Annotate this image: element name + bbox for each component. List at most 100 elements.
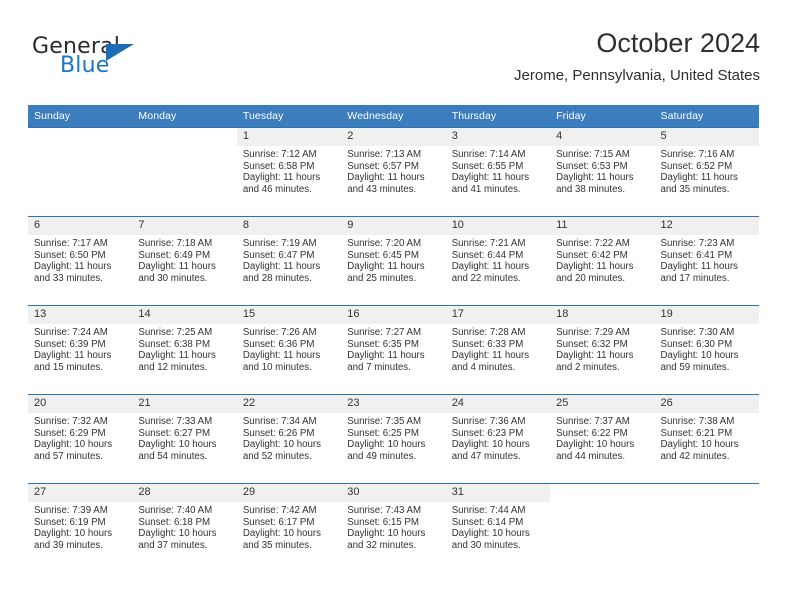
sunset-text: Sunset: 6:53 PM [556, 160, 628, 172]
sunset-text: Sunset: 6:45 PM [347, 249, 419, 261]
sunrise-text: Sunrise: 7:42 AM [242, 505, 317, 516]
calendar-day-cell[interactable]: 1 Sunrise: 7:12 AM Sunset: 6:58 PM Daylight… [236, 127, 342, 217]
calendar-day-cell[interactable]: 9 Sunrise: 7:20 AM Sunset: 6:45 PM Daylight… [341, 216, 446, 306]
daylight-text-line1: Daylight: 11 hours [242, 350, 321, 362]
calendar-day-cell[interactable]: 18 Sunrise: 7:29 AM Sunset: 6:32 PM Dayligh… [550, 305, 655, 395]
sunset-text: Sunset: 6:42 PM [556, 249, 628, 261]
day-number [550, 484, 655, 502]
day-details: Sunrise: 7:16 AM Sunset: 6:52 PM Daylight:… [655, 146, 759, 195]
day-number: 7 [132, 217, 237, 235]
daylight-text-line2: and 4 minutes. [451, 361, 516, 373]
sunrise-text: Sunrise: 7:26 AM [242, 327, 317, 338]
day-details: Sunrise: 7:24 AM Sunset: 6:39 PM Daylight:… [28, 324, 132, 373]
calendar-day-cell[interactable]: 28 Sunrise: 7:40 AM Sunset: 6:18 PM Dayligh… [132, 483, 237, 572]
daylight-text-line1: Daylight: 10 hours [242, 439, 321, 451]
daylight-text-line2: and 15 minutes. [34, 361, 103, 373]
day-details: Sunrise: 7:27 AM Sunset: 6:35 PM Daylight:… [341, 324, 445, 373]
sunrise-text: Sunrise: 7:18 AM [138, 238, 213, 249]
calendar-day-cell[interactable]: 30 Sunrise: 7:43 AM Sunset: 6:15 PM Dayligh… [341, 483, 446, 572]
calendar-header-row: Sunday Monday Tuesday Wednesday Thursday… [28, 105, 759, 128]
daylight-text-line2: and 42 minutes. [660, 450, 730, 462]
daylight-text-line1: Daylight: 10 hours [451, 528, 530, 540]
sunrise-text: Sunrise: 7:24 AM [34, 327, 108, 338]
calendar-day-cell[interactable]: 17 Sunrise: 7:28 AM Sunset: 6:33 PM Dayligh… [445, 305, 551, 395]
calendar-day-cell[interactable]: 5 Sunrise: 7:16 AM Sunset: 6:52 PM Daylight… [654, 127, 759, 217]
day-number: 13 [28, 306, 133, 324]
daylight-text-line1: Daylight: 10 hours [660, 350, 739, 362]
daylight-text-line2: and 22 minutes. [451, 272, 521, 284]
day-details: Sunrise: 7:23 AM Sunset: 6:41 PM Daylight:… [655, 235, 759, 284]
calendar-day-cell[interactable]: 2 Sunrise: 7:13 AM Sunset: 6:57 PM Daylight… [341, 127, 446, 217]
day-details: Sunrise: 7:44 AM Sunset: 6:14 PM Daylight:… [446, 502, 550, 551]
daylight-text-line1: Daylight: 10 hours [34, 528, 113, 540]
day-number: 11 [550, 217, 655, 235]
weekday-header-monday: Monday [132, 105, 237, 128]
day-number: 23 [341, 395, 446, 413]
sunrise-text: Sunrise: 7:32 AM [34, 416, 108, 427]
daylight-text-line2: and 25 minutes. [347, 272, 417, 284]
calendar-day-cell[interactable]: 16 Sunrise: 7:27 AM Sunset: 6:35 PM Dayligh… [341, 305, 446, 395]
calendar-day-cell[interactable]: 22 Sunrise: 7:34 AM Sunset: 6:26 PM Dayligh… [236, 394, 342, 484]
daylight-text-line2: and 32 minutes. [347, 539, 417, 551]
calendar-day-cell[interactable]: 11 Sunrise: 7:22 AM Sunset: 6:42 PM Dayligh… [550, 216, 655, 306]
sunset-text: Sunset: 6:29 PM [34, 427, 106, 439]
calendar-day-cell[interactable]: 24 Sunrise: 7:36 AM Sunset: 6:23 PM Dayligh… [445, 394, 551, 484]
day-number: 31 [445, 484, 551, 502]
calendar-day-cell[interactable]: 13 Sunrise: 7:24 AM Sunset: 6:39 PM Dayligh… [28, 305, 133, 395]
title-block: October 2024 Jerome, Pennsylvania, Unite… [514, 26, 760, 85]
calendar-day-cell[interactable]: 6 Sunrise: 7:17 AM Sunset: 6:50 PM Daylight… [28, 216, 133, 306]
daylight-text-line1: Daylight: 10 hours [34, 439, 113, 451]
day-details: Sunrise: 7:32 AM Sunset: 6:29 PM Daylight:… [28, 413, 132, 462]
calendar-day-cell[interactable]: 14 Sunrise: 7:25 AM Sunset: 6:38 PM Dayligh… [132, 305, 237, 395]
daylight-text-line1: Daylight: 11 hours [556, 261, 634, 273]
daylight-text-line1: Daylight: 11 hours [34, 261, 112, 273]
day-number: 9 [341, 217, 446, 235]
day-details: Sunrise: 7:21 AM Sunset: 6:44 PM Daylight:… [446, 235, 550, 284]
calendar-day-cell[interactable]: 29 Sunrise: 7:42 AM Sunset: 6:17 PM Dayligh… [236, 483, 342, 572]
calendar-day-cell[interactable]: 3 Sunrise: 7:14 AM Sunset: 6:55 PM Daylight… [445, 127, 551, 217]
sunrise-text: Sunrise: 7:36 AM [451, 416, 526, 427]
day-details: Sunrise: 7:28 AM Sunset: 6:33 PM Daylight:… [446, 324, 550, 373]
daylight-text-line1: Daylight: 11 hours [347, 350, 425, 362]
daylight-text-line1: Daylight: 10 hours [556, 439, 635, 451]
calendar-day-cell[interactable]: 26 Sunrise: 7:38 AM Sunset: 6:21 PM Dayligh… [654, 394, 759, 484]
day-details: Sunrise: 7:12 AM Sunset: 6:58 PM Daylight:… [237, 146, 341, 195]
day-number: 22 [236, 395, 342, 413]
calendar-day-cell[interactable]: 23 Sunrise: 7:35 AM Sunset: 6:25 PM Dayligh… [341, 394, 446, 484]
calendar-day-cell-empty [132, 127, 237, 217]
daylight-text-line2: and 39 minutes. [34, 539, 103, 551]
weekday-header-wednesday: Wednesday [341, 105, 446, 128]
day-details: Sunrise: 7:13 AM Sunset: 6:57 PM Daylight:… [341, 146, 445, 195]
calendar-day-cell[interactable]: 31 Sunrise: 7:44 AM Sunset: 6:14 PM Dayligh… [445, 483, 551, 572]
sunrise-text: Sunrise: 7:20 AM [347, 238, 422, 249]
day-details: Sunrise: 7:34 AM Sunset: 6:26 PM Daylight:… [237, 413, 341, 462]
calendar-day-cell[interactable]: 8 Sunrise: 7:19 AM Sunset: 6:47 PM Daylight… [236, 216, 342, 306]
page-header: General Blue October 2024 Jerome, Pennsy… [28, 26, 760, 96]
calendar-day-cell[interactable]: 25 Sunrise: 7:37 AM Sunset: 6:22 PM Dayligh… [550, 394, 655, 484]
sunrise-text: Sunrise: 7:30 AM [660, 327, 735, 338]
calendar-day-cell[interactable]: 19 Sunrise: 7:30 AM Sunset: 6:30 PM Dayligh… [654, 305, 759, 395]
sunset-text: Sunset: 6:32 PM [556, 338, 628, 350]
daylight-text-line1: Daylight: 11 hours [451, 350, 530, 362]
daylight-text-line2: and 43 minutes. [347, 183, 417, 195]
day-details: Sunrise: 7:35 AM Sunset: 6:25 PM Daylight:… [341, 413, 445, 462]
daylight-text-line1: Daylight: 10 hours [138, 528, 217, 540]
triangle-logo-icon [106, 44, 134, 61]
calendar-day-cell[interactable]: 7 Sunrise: 7:18 AM Sunset: 6:49 PM Daylight… [132, 216, 237, 306]
page-title: October 2024 [596, 28, 760, 58]
sunset-text: Sunset: 6:55 PM [451, 160, 524, 172]
calendar-day-cell[interactable]: 21 Sunrise: 7:33 AM Sunset: 6:27 PM Dayligh… [132, 394, 237, 484]
calendar-day-cell[interactable]: 12 Sunrise: 7:23 AM Sunset: 6:41 PM Dayligh… [654, 216, 759, 306]
calendar-day-cell[interactable]: 4 Sunrise: 7:15 AM Sunset: 6:53 PM Daylight… [550, 127, 655, 217]
sunrise-text: Sunrise: 7:34 AM [242, 416, 317, 427]
daylight-text-line2: and 12 minutes. [138, 361, 208, 373]
calendar-day-cell[interactable]: 20 Sunrise: 7:32 AM Sunset: 6:29 PM Dayligh… [28, 394, 133, 484]
calendar-day-cell[interactable]: 15 Sunrise: 7:26 AM Sunset: 6:36 PM Dayligh… [236, 305, 342, 395]
day-details: Sunrise: 7:20 AM Sunset: 6:45 PM Daylight:… [341, 235, 445, 284]
day-number: 3 [445, 128, 551, 146]
brand-logo[interactable]: General Blue [32, 34, 152, 86]
calendar-day-cell[interactable]: 10 Sunrise: 7:21 AM Sunset: 6:44 PM Dayligh… [445, 216, 551, 306]
sunset-text: Sunset: 6:21 PM [660, 427, 733, 439]
sunrise-text: Sunrise: 7:35 AM [347, 416, 422, 427]
calendar-day-cell[interactable]: 27 Sunrise: 7:39 AM Sunset: 6:19 PM Dayligh… [28, 483, 133, 572]
